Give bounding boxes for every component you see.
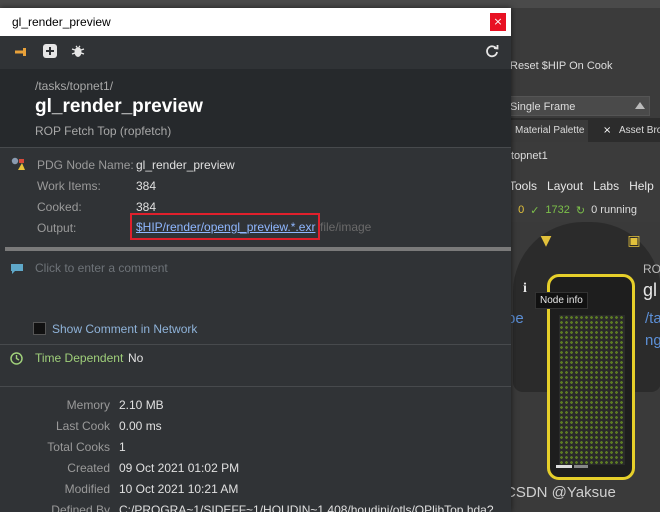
pdg-node-icon [10, 156, 26, 170]
pane-tabs: Material Palette × Asset Browser [505, 118, 660, 142]
node-path-line-1: /tasks [645, 310, 660, 327]
memory-label: Memory [66, 398, 110, 412]
running-icon: ↻ [575, 204, 586, 217]
memory-value: 2.10 MB [119, 398, 164, 412]
frame-mode-dropdown[interactable]: Single Frame [505, 96, 650, 116]
node-info-tooltip: Node info [535, 292, 588, 309]
menu-labs[interactable]: Labs [593, 179, 619, 193]
node-path-line-2: ng [645, 332, 660, 349]
menu-layout[interactable]: Layout [547, 179, 583, 193]
divider [0, 147, 511, 148]
chevron-down-icon[interactable]: ▼ [535, 230, 557, 252]
camera-icon[interactable]: ▣ [623, 230, 645, 252]
work-items-label: Work Items: [37, 179, 101, 193]
node-type-label: ROP [643, 262, 660, 276]
show-comment-label[interactable]: Show Comment in Network [52, 322, 197, 336]
node-progress-indicator [556, 465, 572, 468]
node-name-title: gl_render_preview [35, 96, 203, 117]
last-cook-value: 0.00 ms [119, 419, 162, 433]
pin-icon[interactable] [12, 44, 30, 62]
close-icon[interactable]: × [490, 13, 506, 31]
highlight-box [130, 213, 320, 240]
tab-material-palette[interactable]: Material Palette [511, 120, 589, 142]
watermark: CSDN @Yaksue [505, 484, 616, 501]
network-path[interactable]: topnet1 [505, 146, 660, 166]
node-progress-indicator-secondary [574, 465, 588, 468]
window-titlebar[interactable]: gl_render_preview × [0, 8, 511, 36]
modified-value: 10 Oct 2021 10:21 AM [119, 482, 239, 496]
node-type-subtitle: ROP Fetch Top (ropfetch) [35, 124, 172, 138]
tab-asset-browser[interactable]: Asset Browser [619, 120, 660, 142]
node-path: /tasks/topnet1/ [35, 79, 114, 93]
total-cooks-label: Total Cooks [47, 440, 110, 454]
node-info-window: gl_render_preview × /tasks/topnet1/ gl_r… [0, 8, 511, 512]
modified-label: Modified [64, 482, 110, 496]
work-item-grid [559, 315, 625, 465]
divider [0, 344, 511, 345]
show-comment-checkbox[interactable] [33, 322, 46, 335]
defined-by-label: Defined By [51, 503, 110, 512]
total-cooks-value: 1 [119, 440, 126, 454]
comment-icon [10, 260, 24, 274]
node-info-button[interactable]: i [517, 278, 533, 300]
output-label: Output: [37, 221, 77, 235]
created-label: Created [67, 461, 110, 475]
debug-icon[interactable] [69, 44, 87, 62]
clock-icon [10, 350, 23, 365]
output-file-tag: file/image [320, 220, 372, 234]
add-icon[interactable] [41, 44, 59, 62]
defined-by-value: C:/PROGRA~1/SIDEFF~1/HOUDIN~1.408/houdin… [119, 503, 494, 512]
last-cook-label: Last Cook [55, 419, 110, 433]
divider [0, 386, 511, 387]
pdg-node-name-label: PDG Node Name: [37, 158, 134, 172]
comment-input[interactable]: Click to enter a comment [35, 261, 168, 275]
background-top-strip [0, 0, 660, 8]
pdg-node-name-value: gl_render_preview [136, 158, 235, 172]
menu-tools[interactable]: Tools [509, 179, 537, 193]
node-name-label: gl [643, 280, 658, 300]
dropdown-arrow-icon [635, 102, 645, 109]
done-count: 1732 [545, 204, 570, 216]
section-splitter[interactable] [5, 247, 511, 251]
parm-reset-hip-label[interactable]: Reset $HIP On Cook [505, 54, 660, 78]
tab-close-icon[interactable]: × [603, 120, 611, 142]
created-value: 09 Oct 2021 01:02 PM [119, 461, 240, 475]
frame-mode-value: Single Frame [510, 101, 576, 113]
warning-count: 0 [518, 204, 525, 216]
cooked-label: Cooked: [37, 200, 82, 214]
time-dependent-label: Time Dependent [35, 351, 124, 365]
window-toolbar [0, 36, 511, 69]
node-header: /tasks/topnet1/ gl_render_preview ROP Fe… [0, 69, 511, 147]
network-menu-bar: Tools Layout Labs Help [505, 174, 660, 198]
refresh-icon[interactable] [483, 44, 501, 62]
done-icon: ✓ [530, 204, 540, 217]
cooked-value: 384 [136, 200, 157, 214]
window-title: gl_render_preview [12, 15, 111, 29]
work-items-value: 384 [136, 179, 157, 193]
menu-help[interactable]: Help [629, 179, 654, 193]
running-count: 0 running [591, 204, 637, 216]
time-dependent-value: No [128, 351, 144, 365]
cook-status-row: ! 0 ✓ 1732 ↻ 0 running [505, 200, 660, 220]
network-view[interactable]: ▼ ▣ pe i ROP gl /tasks ng Node info CSDN… [505, 222, 660, 512]
